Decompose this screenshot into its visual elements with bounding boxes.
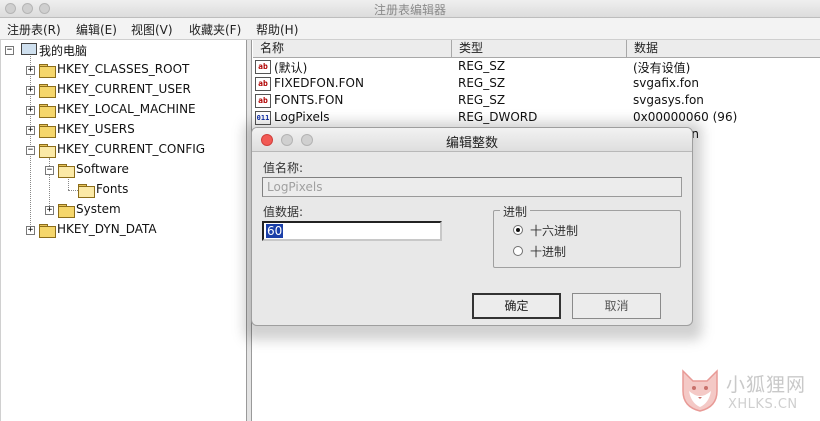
string-value-icon: ab bbox=[255, 60, 271, 74]
expand-icon[interactable]: + bbox=[45, 206, 54, 215]
value-type: REG_SZ bbox=[458, 76, 506, 90]
expand-icon[interactable]: + bbox=[26, 66, 35, 75]
base-group-label: 进制 bbox=[500, 203, 531, 220]
radio-dec-label[interactable]: 十进制 bbox=[530, 243, 566, 260]
tree-label: System bbox=[76, 202, 121, 216]
expand-icon[interactable]: + bbox=[26, 226, 35, 235]
window-title: 注册表编辑器 bbox=[373, 3, 446, 17]
tree-node-hkcr[interactable]: + HKEY_CLASSES_ROOT bbox=[26, 62, 246, 80]
value-type: REG_SZ bbox=[458, 93, 506, 107]
folder-icon bbox=[39, 64, 56, 78]
tree-node-hklm[interactable]: + HKEY_LOCAL_MACHINE bbox=[26, 102, 246, 120]
list-header: 名称 类型 数据 bbox=[253, 40, 820, 58]
tree-connector bbox=[68, 190, 78, 191]
value-type: REG_SZ bbox=[458, 59, 506, 73]
tree-node-hkcu[interactable]: + HKEY_CURRENT_USER bbox=[26, 82, 246, 100]
tree-label: HKEY_DYN_DATA bbox=[57, 222, 157, 236]
menu-favorites[interactable]: 收藏夹(F) bbox=[189, 21, 241, 38]
menu-view[interactable]: 视图(V) bbox=[131, 21, 173, 38]
menu-edit[interactable]: 编辑(E) bbox=[76, 21, 117, 38]
folder-icon bbox=[39, 84, 56, 98]
tree-label: HKEY_LOCAL_MACHINE bbox=[57, 102, 196, 116]
folder-open-icon bbox=[78, 184, 95, 198]
collapse-icon[interactable]: − bbox=[26, 146, 35, 155]
tree-label: HKEY_CLASSES_ROOT bbox=[57, 62, 190, 76]
tree-label: 我的电脑 bbox=[39, 44, 88, 58]
collapse-icon[interactable]: − bbox=[45, 166, 54, 175]
window-titlebar: 注册表编辑器 bbox=[0, 0, 820, 18]
tree-node-hku[interactable]: + HKEY_USERS bbox=[26, 122, 246, 140]
list-item[interactable]: ab (默认) REG_SZ (没有设值) bbox=[253, 59, 820, 76]
folder-icon bbox=[39, 124, 56, 138]
list-item[interactable]: ab FIXEDFON.FON REG_SZ svgafix.fon bbox=[253, 76, 820, 93]
dialog-titlebar[interactable]: 编辑整数 bbox=[252, 128, 692, 152]
folder-icon bbox=[39, 224, 56, 238]
column-header-name[interactable]: 名称 bbox=[253, 40, 452, 58]
tree-node-software[interactable]: − Software bbox=[45, 162, 245, 180]
watermark-url: XHLKS.CN bbox=[728, 397, 798, 412]
radio-hex[interactable] bbox=[513, 225, 523, 235]
folder-open-icon bbox=[39, 144, 56, 158]
radio-hex-label[interactable]: 十六进制 bbox=[530, 222, 578, 239]
value-data-text: 60 bbox=[266, 224, 284, 238]
menu-bar: 注册表(R) 编辑(E) 视图(V) 收藏夹(F) 帮助(H) bbox=[0, 18, 820, 40]
computer-icon bbox=[21, 43, 37, 55]
fox-logo-icon bbox=[682, 369, 718, 412]
value-data-input[interactable]: 60 bbox=[262, 221, 442, 241]
value-name: FONTS.FON bbox=[274, 93, 344, 107]
tree-label: HKEY_USERS bbox=[57, 122, 135, 136]
radio-dec[interactable] bbox=[513, 246, 523, 256]
value-name-label: 值名称: bbox=[263, 161, 304, 175]
collapse-icon[interactable]: − bbox=[5, 46, 14, 55]
folder-open-icon bbox=[58, 164, 75, 178]
cancel-button[interactable]: 取消 bbox=[572, 293, 661, 319]
tree-node-hkdd[interactable]: + HKEY_DYN_DATA bbox=[26, 222, 246, 240]
tree-node-my-computer[interactable]: − 我的电脑 bbox=[5, 42, 245, 60]
value-name: (默认) bbox=[274, 61, 308, 75]
tree-label: HKEY_CURRENT_CONFIG bbox=[57, 142, 206, 156]
tree-label: Fonts bbox=[96, 182, 129, 196]
folder-icon bbox=[39, 104, 56, 118]
value-data: svgafix.fon bbox=[633, 76, 699, 90]
menu-registry[interactable]: 注册表(R) bbox=[7, 21, 61, 38]
dialog-title: 编辑整数 bbox=[445, 136, 498, 151]
value-data-label: 值数据: bbox=[263, 205, 304, 219]
list-item[interactable]: ab FONTS.FON REG_SZ svgasys.fon bbox=[253, 93, 820, 110]
expand-icon[interactable]: + bbox=[26, 86, 35, 95]
tree-node-hkcc[interactable]: − HKEY_CURRENT_CONFIG bbox=[26, 142, 246, 160]
tree-node-system[interactable]: + System bbox=[45, 202, 245, 220]
folder-icon bbox=[58, 204, 75, 218]
edit-dword-dialog: 编辑整数 值名称: LogPixels 值数据: 60 进制 十六进制 十进制 … bbox=[251, 127, 693, 326]
ok-button[interactable]: 确定 bbox=[472, 293, 561, 319]
string-value-icon: ab bbox=[255, 77, 271, 91]
tree-label: HKEY_CURRENT_USER bbox=[57, 82, 191, 96]
value-data: (没有设值) bbox=[633, 61, 691, 75]
tree-label: Software bbox=[76, 162, 129, 176]
watermark-name: 小狐狸网 bbox=[726, 374, 807, 396]
expand-icon[interactable]: + bbox=[26, 106, 35, 115]
value-name-field: LogPixels bbox=[262, 177, 682, 197]
column-header-type[interactable]: 类型 bbox=[452, 40, 627, 58]
value-data: svgasys.fon bbox=[633, 93, 704, 107]
string-value-icon: ab bbox=[255, 94, 271, 108]
column-header-data[interactable]: 数据 bbox=[627, 40, 820, 58]
tree-node-fonts[interactable]: Fonts bbox=[78, 182, 238, 200]
expand-icon[interactable]: + bbox=[26, 126, 35, 135]
value-name: FIXEDFON.FON bbox=[274, 76, 364, 90]
registry-tree[interactable]: − 我的电脑 + HKEY_CLASSES_ROOT + HKEY_CURREN… bbox=[0, 40, 247, 421]
menu-help[interactable]: 帮助(H) bbox=[256, 21, 298, 38]
